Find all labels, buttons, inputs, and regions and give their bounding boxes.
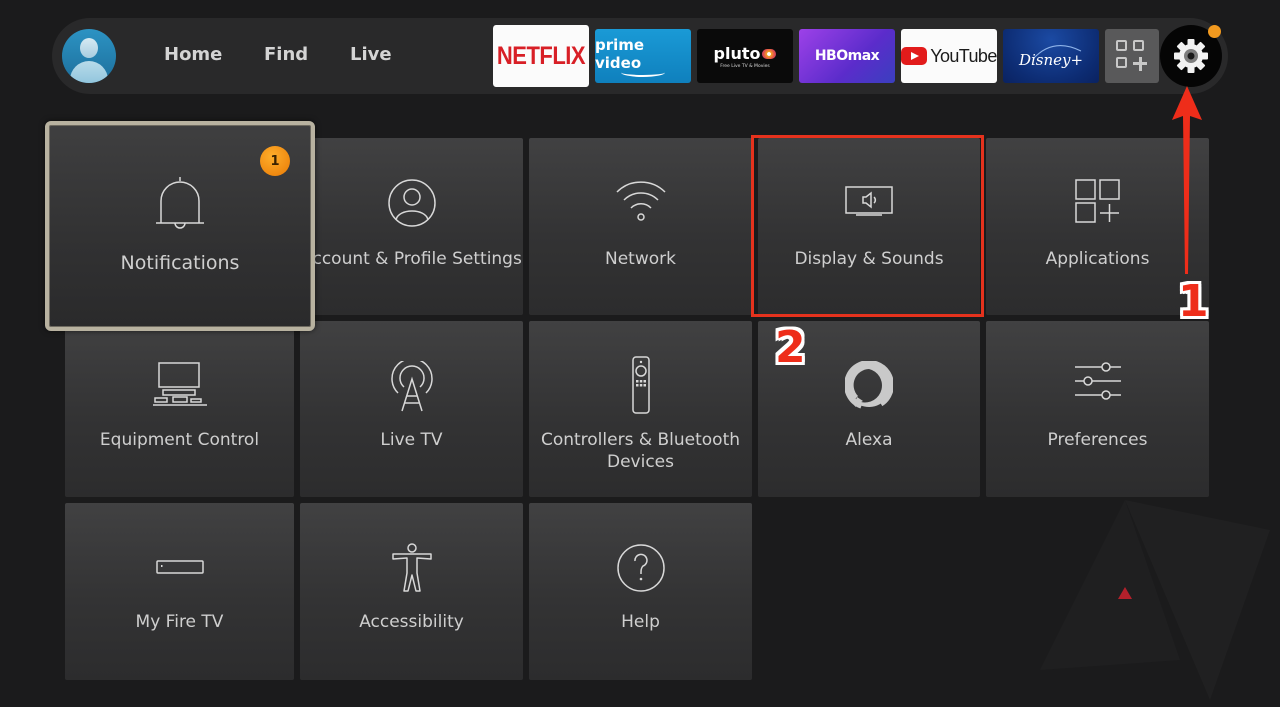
remote-icon xyxy=(631,356,650,414)
profile-avatar[interactable] xyxy=(62,29,116,83)
accessibility-person-icon xyxy=(391,543,432,592)
tile-label: Help xyxy=(621,612,660,632)
nav-find-link[interactable]: Find xyxy=(264,44,308,65)
tile-my-fire-tv[interactable]: My Fire TV xyxy=(65,503,294,680)
tile-label: Network xyxy=(605,249,676,269)
app-youtube[interactable]: YouTube xyxy=(901,29,997,83)
app-netflix[interactable]: NETFLIX xyxy=(493,24,589,88)
disney-logo: Disney+ xyxy=(1018,51,1084,69)
pluto-tv-icon xyxy=(762,49,777,59)
annotation-arrow-up-icon xyxy=(1172,86,1202,274)
tv-speaker-icon xyxy=(845,186,893,216)
tile-controllers-bluetooth[interactable]: Controllers & Bluetooth Devices xyxy=(529,321,752,497)
tile-preferences[interactable]: Preferences xyxy=(986,321,1209,497)
avatar-body-icon xyxy=(70,61,108,83)
tile-label: Alexa xyxy=(845,430,893,450)
tv-devices-icon xyxy=(152,362,207,406)
notification-count-badge: 1 xyxy=(260,146,290,176)
user-circle-icon xyxy=(387,179,436,227)
tile-help[interactable]: Help xyxy=(529,503,752,680)
fire-tv-device-icon xyxy=(155,560,204,574)
tile-label: Display & Sounds xyxy=(794,249,944,269)
nav-live-link[interactable]: Live xyxy=(350,44,392,65)
sliders-icon xyxy=(1074,362,1121,400)
bell-icon xyxy=(156,177,204,229)
tile-account-profile[interactable]: Account & Profile Settings xyxy=(300,138,523,315)
hbomax-logo: HBOmax xyxy=(814,48,880,64)
annotation-step-2: 2 xyxy=(775,322,806,373)
tile-notifications[interactable]: 1 Notifications xyxy=(45,121,315,331)
watermark-logo-icon xyxy=(1040,500,1270,700)
avatar-head-icon xyxy=(80,38,98,58)
app-pluto-tv[interactable]: pluto Free Live TV & Movies xyxy=(697,29,793,83)
gear-icon xyxy=(1174,39,1208,73)
youtube-logo: YouTube xyxy=(930,45,997,66)
app-disney-plus[interactable]: Disney+ xyxy=(1003,29,1099,83)
app-prime-video[interactable]: prime video xyxy=(595,29,691,83)
apps-grid-plus-icon xyxy=(1116,40,1148,72)
tile-label: Live TV xyxy=(380,430,443,450)
apps-grid-plus-icon xyxy=(1074,179,1120,223)
annotation-step-1: 1 xyxy=(1178,276,1209,327)
tile-network[interactable]: Network xyxy=(529,138,752,315)
pluto-logo: pluto xyxy=(714,44,777,63)
tile-label: My Fire TV xyxy=(135,612,224,632)
antenna-icon xyxy=(390,361,433,412)
tile-label: Accessibility xyxy=(359,612,464,632)
alexa-ring-icon xyxy=(845,361,893,409)
tile-label: Account & Profile Settings xyxy=(301,249,522,269)
netflix-logo: NETFLIX xyxy=(496,41,586,70)
tile-label: Preferences xyxy=(1047,430,1148,450)
wifi-icon xyxy=(615,181,666,221)
nav-home-link[interactable]: Home xyxy=(164,44,222,65)
help-question-icon xyxy=(616,544,665,592)
app-hbo-max[interactable]: HBOmax xyxy=(799,29,895,83)
tile-live-tv[interactable]: Live TV xyxy=(300,321,523,497)
tile-label: Notifications xyxy=(120,252,240,274)
tile-accessibility[interactable]: Accessibility xyxy=(300,503,523,680)
prime-smile-icon xyxy=(621,68,665,77)
tile-label: Equipment Control xyxy=(99,430,260,450)
tile-equipment-control[interactable]: Equipment Control xyxy=(65,321,294,497)
all-apps-button[interactable] xyxy=(1105,29,1159,83)
youtube-play-icon xyxy=(901,47,928,65)
settings-notification-dot xyxy=(1208,25,1221,38)
tile-label: Controllers & Bluetooth Devices xyxy=(540,430,741,472)
tile-display-sounds[interactable]: Display & Sounds xyxy=(758,138,980,315)
prime-video-logo: prime video xyxy=(595,35,645,72)
pluto-tagline: Free Live TV & Movies xyxy=(720,63,770,69)
